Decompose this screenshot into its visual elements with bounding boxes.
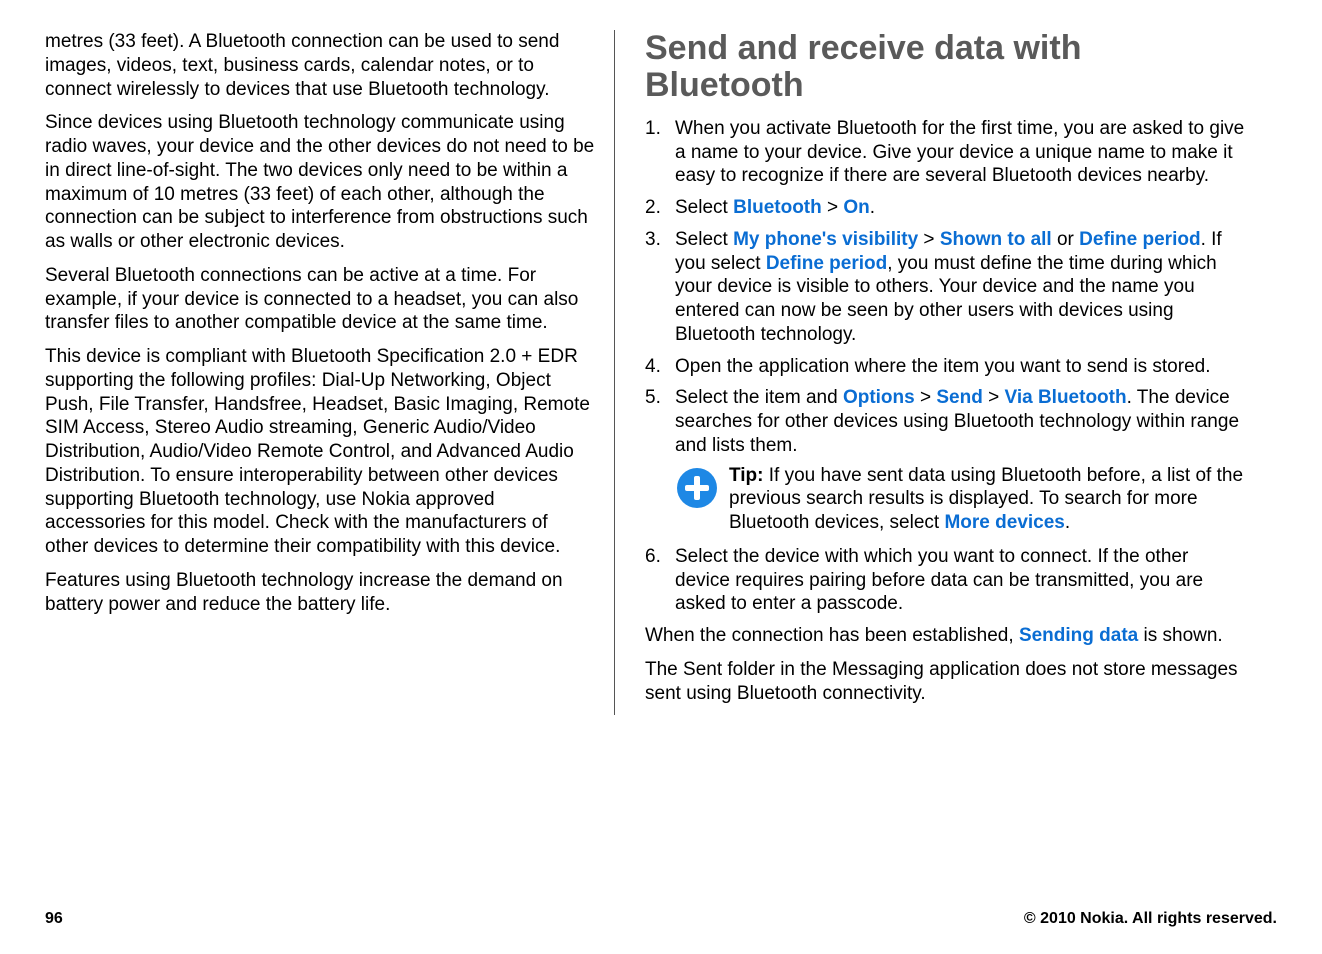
step-2: Select Bluetooth > On.	[645, 196, 1245, 220]
text: >	[983, 387, 1005, 408]
keyword-options: Options	[843, 387, 915, 408]
keyword-on: On	[843, 197, 869, 218]
keyword-shown-to-all: Shown to all	[940, 229, 1052, 250]
paragraph: Features using Bluetooth technology incr…	[45, 569, 596, 617]
paragraph: The Sent folder in the Messaging applica…	[645, 658, 1245, 706]
paragraph: Since devices using Bluetooth technology…	[45, 111, 596, 254]
tip-icon	[675, 466, 719, 510]
page-number: 96	[45, 910, 63, 928]
section-heading: Send and receive data with Bluetooth	[645, 30, 1245, 105]
keyword-via-bluetooth: Via Bluetooth	[1004, 387, 1126, 408]
tip-text: Tip: If you have sent data using Bluetoo…	[729, 464, 1245, 535]
right-column: Send and receive data with Bluetooth Whe…	[615, 30, 1265, 715]
text: Select the item and	[675, 387, 843, 408]
page-footer: 96 © 2010 Nokia. All rights reserved.	[45, 910, 1277, 928]
text: >	[915, 387, 937, 408]
keyword-bluetooth: Bluetooth	[733, 197, 822, 218]
keyword-more-devices: More devices	[944, 512, 1064, 533]
keyword-send: Send	[936, 387, 982, 408]
keyword-define-period: Define period	[1079, 229, 1200, 250]
step-3: Select My phone's visibility > Shown to …	[645, 228, 1245, 347]
text: Select	[675, 229, 733, 250]
paragraph: Several Bluetooth connections can be act…	[45, 264, 596, 335]
steps-list: When you activate Bluetooth for the firs…	[645, 117, 1245, 616]
text: >	[918, 229, 940, 250]
keyword-my-phones-visibility: My phone's visibility	[733, 229, 918, 250]
text: .	[1065, 512, 1070, 533]
copyright-text: © 2010 Nokia. All rights reserved.	[1024, 910, 1277, 928]
paragraph: metres (33 feet). A Bluetooth connection…	[45, 30, 596, 101]
paragraph: When the connection has been established…	[645, 624, 1245, 648]
step-4: Open the application where the item you …	[645, 355, 1245, 379]
text: is shown.	[1138, 625, 1222, 646]
step-1: When you activate Bluetooth for the firs…	[645, 117, 1245, 188]
page-body: metres (33 feet). A Bluetooth connection…	[0, 0, 1322, 715]
tip-label: Tip:	[729, 465, 769, 486]
text: When the connection has been established…	[645, 625, 1019, 646]
text: or	[1052, 229, 1079, 250]
step-6: Select the device with which you want to…	[645, 545, 1245, 616]
keyword-sending-data: Sending data	[1019, 625, 1138, 646]
text: Select	[675, 197, 733, 218]
tip-block: Tip: If you have sent data using Bluetoo…	[675, 464, 1245, 535]
left-column: metres (33 feet). A Bluetooth connection…	[45, 30, 615, 715]
keyword-define-period: Define period	[766, 253, 887, 274]
text: >	[822, 197, 844, 218]
text: .	[870, 197, 875, 218]
step-5: Select the item and Options > Send > Via…	[645, 386, 1245, 535]
paragraph: This device is compliant with Bluetooth …	[45, 345, 596, 559]
